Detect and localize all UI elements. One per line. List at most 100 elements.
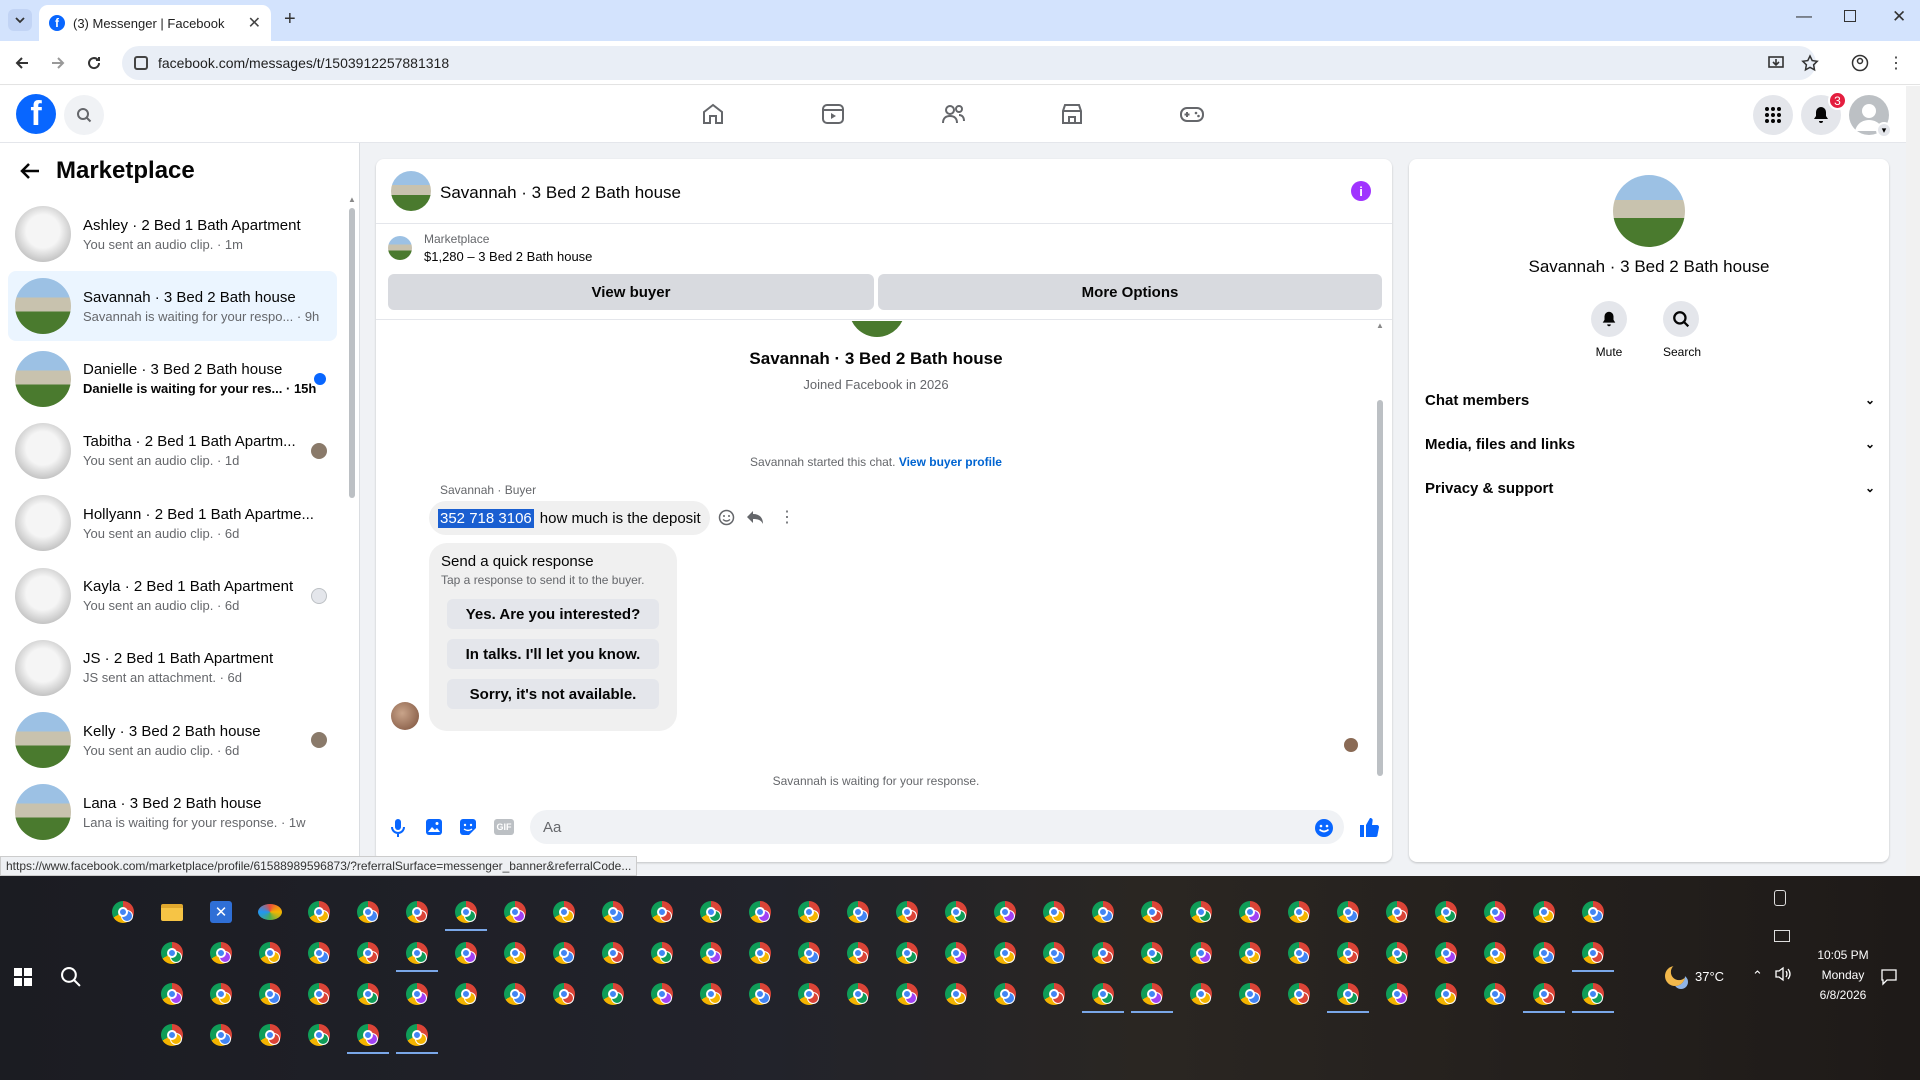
taskbar-app-button[interactable] xyxy=(352,978,384,1010)
taskbar-app-button[interactable] xyxy=(1087,896,1119,928)
close-tab-icon[interactable]: ✕ xyxy=(248,13,261,33)
taskbar-app-button[interactable] xyxy=(352,937,384,969)
conversation-item[interactable]: Tabitha · 2 Bed 1 Bath Apartm... You sent… xyxy=(8,416,337,486)
taskbar-app-button[interactable] xyxy=(1087,937,1119,969)
taskbar-app-button[interactable] xyxy=(445,896,487,931)
taskbar-app-button[interactable] xyxy=(940,937,972,969)
conversation-item[interactable]: Savannah · 3 Bed 2 Bath house Savannah is… xyxy=(8,271,337,342)
reply-button[interactable] xyxy=(746,509,764,526)
taskbar-app-button[interactable] xyxy=(744,896,776,928)
account-avatar[interactable]: ▾ xyxy=(1849,95,1892,138)
notifications-button[interactable]: 3 xyxy=(1801,91,1847,135)
quick-reply-in-talks[interactable]: In talks. I'll let you know. xyxy=(447,639,659,669)
conversation-item[interactable]: Lana · 3 Bed 2 Bath house Lana is waiting… xyxy=(8,777,337,847)
taskbar-app-button[interactable] xyxy=(1327,978,1369,1013)
info-button[interactable]: i xyxy=(1351,181,1371,201)
taskbar-app-button[interactable] xyxy=(1234,937,1266,969)
more-options-button[interactable]: More Options xyxy=(878,274,1382,310)
sticker-button[interactable] xyxy=(459,818,477,836)
display-icon[interactable] xyxy=(1774,930,1790,942)
taskbar-app-button[interactable] xyxy=(1572,978,1614,1013)
site-info-icon[interactable] xyxy=(134,56,148,70)
taskbar-app-button[interactable] xyxy=(254,1019,286,1051)
taskbar-app-button[interactable] xyxy=(1430,978,1462,1010)
chat-avatar[interactable] xyxy=(391,171,431,211)
quick-reply-not-available[interactable]: Sorry, it's not available. xyxy=(447,679,659,709)
taskbar-app-button[interactable] xyxy=(396,1019,438,1054)
taskbar-app-button[interactable] xyxy=(1430,937,1462,969)
nav-video[interactable] xyxy=(819,100,847,128)
back-arrow-button[interactable] xyxy=(18,159,42,183)
weather-widget[interactable]: 37°C xyxy=(1665,966,1724,986)
taskbar-app-button[interactable] xyxy=(744,937,776,969)
scroll-thumb[interactable] xyxy=(349,208,355,498)
taskbar-app-button[interactable] xyxy=(499,896,531,928)
taskbar-app-button[interactable] xyxy=(1572,937,1614,972)
taskbar-app-button[interactable] xyxy=(1131,978,1173,1013)
nav-marketplace[interactable] xyxy=(1058,100,1086,128)
taskbar-app-button[interactable] xyxy=(1283,978,1315,1010)
taskbar-app-button[interactable] xyxy=(450,978,482,1010)
taskbar-app-button[interactable] xyxy=(1234,896,1266,928)
address-bar[interactable]: facebook.com/messages/t/1503912257881318 xyxy=(122,46,1816,80)
taskbar-app-button[interactable] xyxy=(695,896,727,928)
back-button[interactable] xyxy=(10,51,34,75)
taskbar-app-button[interactable] xyxy=(842,937,874,969)
privacy-support-section[interactable]: Privacy & support ⌄ xyxy=(1425,470,1875,506)
message-input[interactable]: Aa xyxy=(530,810,1344,844)
taskbar-app-button[interactable] xyxy=(1136,896,1168,928)
taskbar-app-button[interactable] xyxy=(940,978,972,1010)
more-actions-button[interactable]: ⋮ xyxy=(779,507,795,527)
taskbar-app-button[interactable] xyxy=(1528,937,1560,969)
new-tab-button[interactable]: + xyxy=(284,8,296,31)
taskbar-app-button[interactable] xyxy=(1381,978,1413,1010)
taskbar-app-button[interactable] xyxy=(1185,937,1217,969)
taskbar-app-button[interactable] xyxy=(695,937,727,969)
rotation-lock-icon[interactable] xyxy=(1774,890,1786,906)
taskbar-app-button[interactable] xyxy=(303,937,335,969)
taskbar-app-button[interactable] xyxy=(156,978,188,1010)
taskbar-app-button[interactable] xyxy=(1430,896,1462,928)
taskbar-app-button[interactable] xyxy=(1479,978,1511,1010)
taskbar-app-button[interactable] xyxy=(303,978,335,1010)
taskbar-app-button[interactable] xyxy=(254,937,286,969)
message-bubble[interactable]: 352 718 3106 how much is the deposit xyxy=(429,501,710,535)
taskbar-app-button[interactable] xyxy=(205,978,237,1010)
mute-button[interactable]: Mute xyxy=(1591,301,1627,359)
tab-search-button[interactable] xyxy=(8,9,32,31)
reload-button[interactable] xyxy=(82,51,106,75)
thread-scrollbar[interactable]: ▲ xyxy=(1375,321,1385,798)
taskbar-app-button[interactable] xyxy=(940,896,972,928)
search-facebook-button[interactable] xyxy=(64,95,104,135)
taskbar-app-button[interactable] xyxy=(989,978,1021,1010)
clock[interactable]: 10:05 PM Monday 6/8/2026 xyxy=(1800,948,1886,1002)
taskbar-app-button[interactable] xyxy=(347,1019,389,1054)
sender-avatar[interactable] xyxy=(391,702,419,730)
taskbar-app-button[interactable] xyxy=(1381,937,1413,969)
taskbar-app-button[interactable] xyxy=(303,896,335,928)
taskbar-app-button[interactable] xyxy=(891,896,923,928)
taskbar-app-button[interactable] xyxy=(646,978,678,1010)
taskbar-app-button[interactable] xyxy=(597,896,629,928)
taskbar-app-button[interactable]: ✕ xyxy=(205,896,237,928)
taskbar-app-button[interactable] xyxy=(597,937,629,969)
taskbar-app-button[interactable] xyxy=(401,978,433,1010)
menu-button[interactable] xyxy=(1753,95,1793,135)
profile-button[interactable] xyxy=(1848,51,1872,75)
nav-gaming[interactable] xyxy=(1178,100,1206,128)
taskbar-app-button[interactable] xyxy=(156,937,188,969)
taskbar-app-button[interactable] xyxy=(401,896,433,928)
notification-center-button[interactable] xyxy=(1880,968,1898,986)
emoji-button[interactable] xyxy=(1314,818,1334,838)
attach-photo-button[interactable] xyxy=(425,818,443,836)
quick-reply-yes[interactable]: Yes. Are you interested? xyxy=(447,599,659,629)
taskbar-app-button[interactable] xyxy=(842,978,874,1010)
taskbar-app-button[interactable] xyxy=(891,978,923,1010)
search-in-chat-button[interactable]: Search xyxy=(1663,301,1701,359)
taskbar-app-button[interactable] xyxy=(205,1019,237,1051)
taskbar-app-button[interactable] xyxy=(1332,896,1364,928)
taskbar-app-button[interactable] xyxy=(1479,896,1511,928)
nav-friends[interactable] xyxy=(939,100,967,128)
taskbar-app-button[interactable] xyxy=(156,896,188,928)
taskbar-app-button[interactable] xyxy=(352,896,384,928)
